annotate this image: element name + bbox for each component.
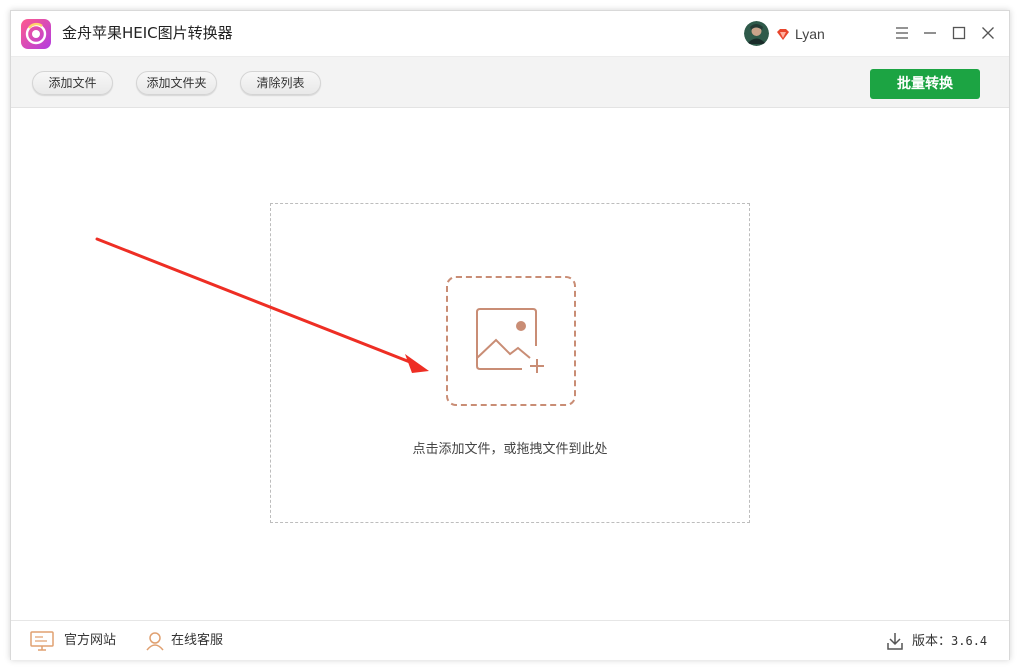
close-icon[interactable]: [978, 23, 998, 43]
footer: 官方网站 在线客服 版本：3.6.4: [11, 620, 1009, 660]
monitor-icon: [30, 631, 54, 651]
online-support-link[interactable]: 在线客服: [145, 631, 245, 651]
annotation-arrow: [95, 237, 429, 373]
version-number: 3.6.4: [951, 634, 988, 648]
add-file-button[interactable]: 添加文件: [32, 71, 113, 95]
dropzone-hint: 点击添加文件，或拖拽文件到此处: [412, 442, 608, 457]
main-area: 点击添加文件，或拖拽文件到此处: [11, 108, 1009, 620]
app-title: 金舟苹果HEIC图片转换器: [62, 24, 233, 42]
vip-diamond-icon: [776, 26, 790, 40]
official-website-link[interactable]: 官方网站: [30, 631, 130, 651]
app-logo-icon: [21, 19, 51, 49]
username[interactable]: Lyan: [795, 25, 825, 43]
clear-list-button[interactable]: 清除列表: [240, 71, 321, 95]
app-window: 金舟苹果HEIC图片转换器 Lyan 添加文件 添加文件夹 清除列表 批量转换 …: [10, 10, 1010, 660]
add-folder-button[interactable]: 添加文件夹: [136, 71, 217, 95]
online-support-label: 在线客服: [171, 633, 224, 648]
download-icon[interactable]: [885, 631, 905, 651]
menu-icon[interactable]: [892, 23, 912, 43]
minimize-icon[interactable]: [920, 23, 940, 43]
official-website-label: 官方网站: [64, 633, 117, 648]
user-support-icon: [146, 632, 164, 651]
batch-convert-button[interactable]: 批量转换: [870, 69, 980, 99]
user-avatar[interactable]: [744, 21, 769, 46]
title-bar: 金舟苹果HEIC图片转换器 Lyan: [11, 11, 1009, 56]
maximize-icon[interactable]: [949, 23, 969, 43]
version-label: 版本：: [912, 634, 952, 649]
toolbar: 添加文件 添加文件夹 清除列表 批量转换: [11, 56, 1009, 108]
